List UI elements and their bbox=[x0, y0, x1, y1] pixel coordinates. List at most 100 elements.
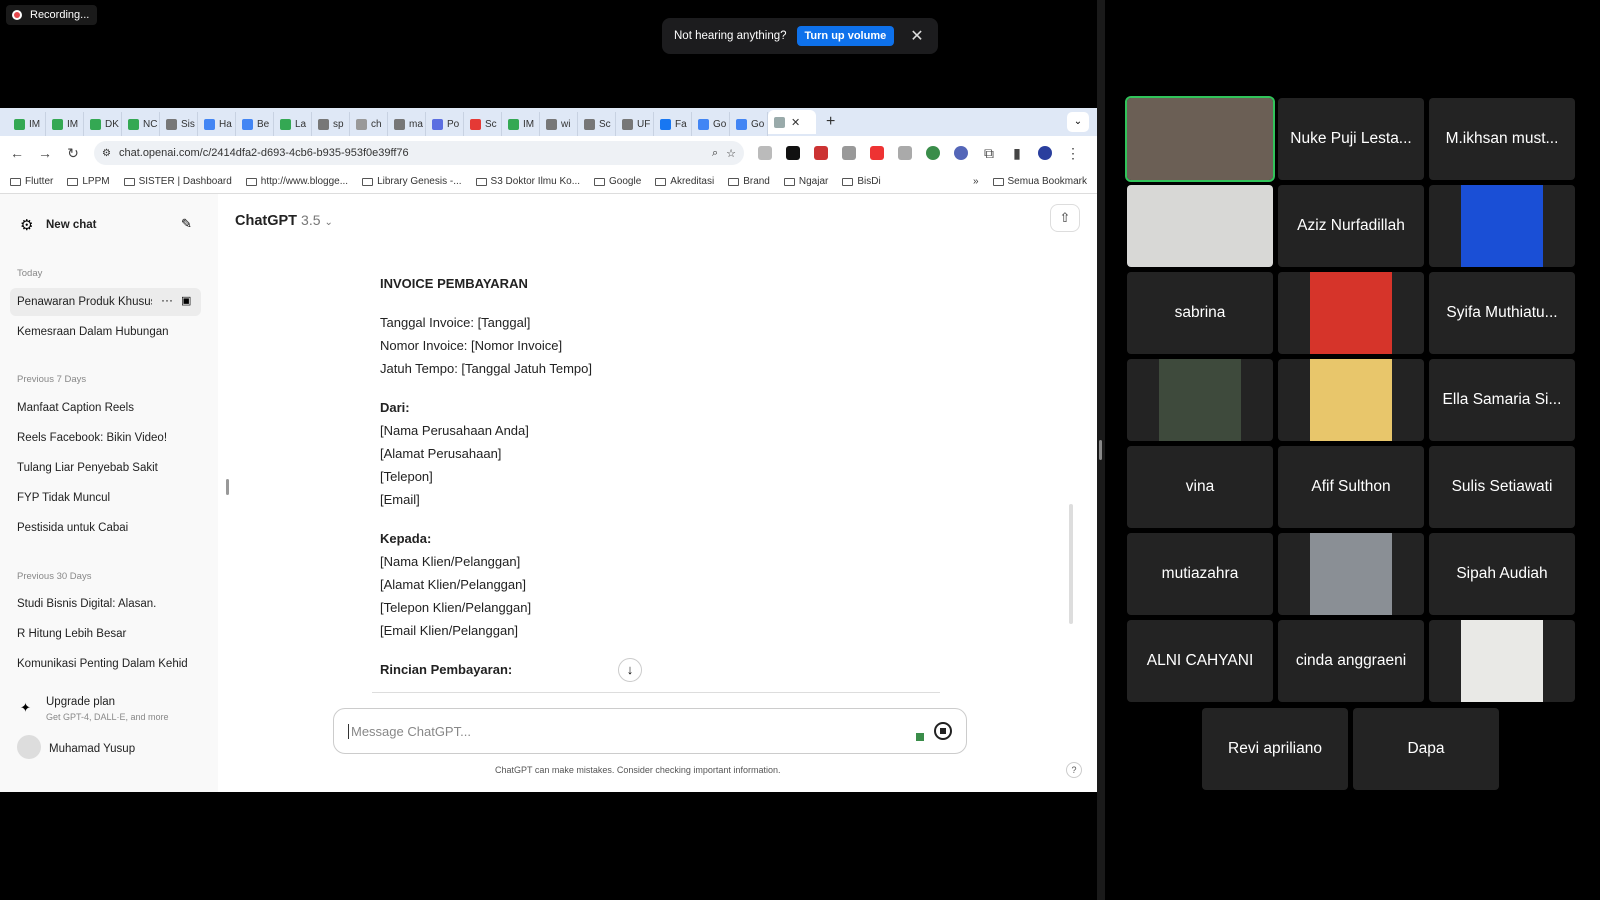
extension-icon[interactable] bbox=[786, 146, 800, 160]
bookmark-item[interactable]: Google bbox=[594, 176, 641, 187]
participant-tile[interactable]: ALNI CAHYANI bbox=[1127, 620, 1273, 702]
model-selector[interactable]: ChatGPT 3.5 ⌄ bbox=[235, 212, 333, 229]
bookmark-item[interactable]: Ngajar bbox=[783, 176, 828, 187]
participant-tile[interactable]: Sipah Audiah bbox=[1429, 533, 1575, 615]
participant-tile[interactable] bbox=[1125, 96, 1275, 182]
extension-icon[interactable] bbox=[842, 146, 856, 160]
browser-tab[interactable]: Sis bbox=[160, 112, 198, 136]
grammarly-icon[interactable] bbox=[916, 733, 924, 741]
more-menu-icon[interactable]: ⋮ bbox=[1066, 145, 1080, 162]
participant-tile[interactable] bbox=[1278, 533, 1424, 615]
participant-tile[interactable]: vina bbox=[1127, 446, 1273, 528]
edit-icon[interactable]: ✎ bbox=[181, 216, 192, 232]
participant-tile[interactable] bbox=[1429, 620, 1575, 702]
user-name[interactable]: Muhamad Yusup bbox=[49, 743, 135, 755]
chat-item[interactable]: Manfaat Caption Reels bbox=[17, 402, 134, 414]
browser-tab[interactable]: Sc bbox=[578, 112, 616, 136]
browser-tab[interactable]: Fa bbox=[654, 112, 692, 136]
user-avatar[interactable] bbox=[17, 735, 41, 759]
bookmark-item[interactable]: BisDi bbox=[842, 176, 881, 187]
chat-item[interactable]: FYP Tidak Muncul bbox=[17, 492, 110, 504]
all-bookmarks[interactable]: Semua Bookmark bbox=[992, 176, 1087, 187]
browser-tab[interactable]: wi bbox=[540, 112, 578, 136]
extension-icon[interactable] bbox=[926, 146, 940, 160]
new-chat-button[interactable]: New chat bbox=[46, 219, 97, 231]
participant-tile[interactable]: Afif Sulthon bbox=[1278, 446, 1424, 528]
participant-tile[interactable]: Ella Samaria Si... bbox=[1429, 359, 1575, 441]
extension-icon[interactable] bbox=[954, 146, 968, 160]
participant-tile[interactable]: sabrina bbox=[1127, 272, 1273, 354]
bookmark-item[interactable]: S3 Doktor Ilmu Ko... bbox=[475, 176, 580, 187]
browser-tab[interactable]: Po bbox=[426, 112, 464, 136]
browser-tab[interactable]: Ha bbox=[198, 112, 236, 136]
zoom-icon[interactable]: ⌕ bbox=[712, 147, 718, 160]
browser-tab[interactable]: Sc bbox=[464, 112, 502, 136]
scroll-down-icon[interactable]: ↓ bbox=[618, 658, 642, 682]
participant-tile[interactable]: Sulis Setiawati bbox=[1429, 446, 1575, 528]
back-icon[interactable]: ← bbox=[10, 145, 24, 161]
puzzle-extensions-icon[interactable]: ⧉ bbox=[982, 145, 996, 162]
bookmark-item[interactable]: LPPM bbox=[67, 176, 110, 187]
chat-item[interactable]: R Hitung Lebih Besar bbox=[17, 628, 126, 640]
chat-item[interactable]: Kemesraan Dalam Hubungan bbox=[17, 326, 169, 338]
address-bar[interactable]: ⚙ chat.openai.com/c/2414dfa2-d693-4cb6-b… bbox=[94, 141, 744, 165]
browser-tab[interactable]: sp bbox=[312, 112, 350, 136]
chat-item[interactable]: Reels Facebook: Bikin Video! bbox=[17, 432, 167, 444]
divider-handle[interactable] bbox=[1099, 440, 1102, 460]
forward-icon[interactable]: → bbox=[38, 145, 52, 161]
participant-tile[interactable]: Revi apriliano bbox=[1202, 708, 1348, 790]
bookmark-item[interactable]: http://www.blogge... bbox=[245, 176, 348, 187]
browser-tab[interactable]: IM bbox=[502, 112, 540, 136]
browser-tab[interactable]: ch bbox=[350, 112, 388, 136]
chat-item[interactable]: Pestisida untuk Cabai bbox=[17, 522, 128, 534]
browser-tab[interactable]: DK bbox=[84, 112, 122, 136]
chat-item[interactable]: Penawaran Produk Khusus bbox=[17, 296, 152, 308]
participant-tile[interactable]: mutiazahra bbox=[1127, 533, 1273, 615]
participant-tile[interactable]: cinda anggraeni bbox=[1278, 620, 1424, 702]
upgrade-plan-button[interactable]: Upgrade plan bbox=[46, 696, 115, 708]
new-tab-icon[interactable]: + bbox=[826, 113, 835, 131]
side-panel-icon[interactable]: ▮ bbox=[1010, 145, 1024, 162]
more-bookmarks-icon[interactable]: » bbox=[973, 176, 979, 187]
extension-icon[interactable] bbox=[870, 146, 884, 160]
browser-tab[interactable]: UF bbox=[616, 112, 654, 136]
reload-icon[interactable]: ↻ bbox=[66, 145, 80, 162]
participant-tile[interactable]: Nuke Puji Lesta... bbox=[1278, 98, 1424, 180]
camera-extension-icon[interactable] bbox=[758, 146, 772, 160]
browser-tab[interactable]: Go bbox=[692, 112, 730, 136]
participant-tile[interactable] bbox=[1127, 185, 1273, 267]
browser-tab[interactable]: IM bbox=[46, 112, 84, 136]
bookmark-item[interactable]: Brand bbox=[728, 176, 770, 187]
sidebar-toggle-handle[interactable] bbox=[226, 479, 229, 495]
bookmark-item[interactable]: Library Genesis -... bbox=[362, 176, 462, 187]
stop-icon[interactable] bbox=[934, 722, 952, 740]
participant-tile[interactable] bbox=[1429, 185, 1575, 267]
bookmark-star-icon[interactable]: ☆ bbox=[726, 147, 736, 160]
browser-tab[interactable]: Be bbox=[236, 112, 274, 136]
participant-tile[interactable] bbox=[1127, 359, 1273, 441]
tab-search-icon[interactable]: ⌄ bbox=[1067, 112, 1089, 132]
participant-tile[interactable]: Dapa bbox=[1353, 708, 1499, 790]
chat-item[interactable]: Studi Bisnis Digital: Alasan. bbox=[17, 598, 156, 610]
participant-tile[interactable] bbox=[1278, 359, 1424, 441]
chat-item[interactable]: Tulang Liar Penyebab Sakit bbox=[17, 462, 158, 474]
profile-avatar-icon[interactable] bbox=[1038, 146, 1052, 160]
participant-tile[interactable] bbox=[1278, 272, 1424, 354]
bookmark-item[interactable]: Flutter bbox=[10, 176, 53, 187]
message-input[interactable]: Message ChatGPT... bbox=[333, 708, 967, 754]
share-icon[interactable]: ⇧ bbox=[1050, 204, 1080, 232]
browser-tab[interactable]: La bbox=[274, 112, 312, 136]
browser-tab[interactable]: Go bbox=[730, 112, 768, 136]
bookmark-item[interactable]: SISTER | Dashboard bbox=[123, 176, 232, 187]
browser-tab[interactable]: ma bbox=[388, 112, 426, 136]
close-icon[interactable]: ✕ bbox=[910, 26, 923, 46]
scrollbar[interactable] bbox=[1069, 504, 1073, 624]
site-settings-icon[interactable]: ⚙ bbox=[102, 148, 111, 159]
help-icon[interactable]: ? bbox=[1066, 762, 1082, 778]
more-options-icon[interactable]: ··· bbox=[161, 293, 173, 307]
archive-icon[interactable]: ▣ bbox=[181, 294, 191, 307]
participant-tile[interactable]: M.ikhsan must... bbox=[1429, 98, 1575, 180]
bookmark-item[interactable]: Akreditasi bbox=[655, 176, 714, 187]
browser-tab[interactable]: NC bbox=[122, 112, 160, 136]
participant-tile[interactable]: Syifa Muthiatu... bbox=[1429, 272, 1575, 354]
